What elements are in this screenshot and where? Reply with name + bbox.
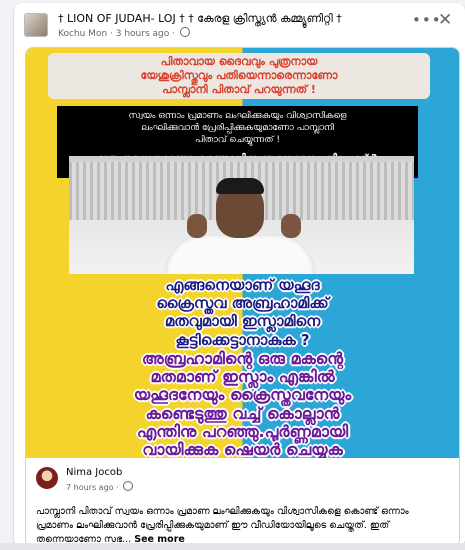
post-time[interactable]: 3 hours ago xyxy=(116,29,170,39)
banner-line-1: പിതാവായ ദൈവവും പുത്രനായ xyxy=(160,55,318,68)
poster-statement-4: കണ്ടെടുത്തു വച്ച് കൊല്ലാൻ xyxy=(145,403,340,423)
caption-body: പാമ്പ്ലാനി പിതാവ് സ്വയം ഒന്നാം പ്രമാണ ലം… xyxy=(36,506,409,545)
comment-time[interactable]: 7 hours ago xyxy=(66,483,114,492)
post-meta: Kochu Mon · 3 hours ago · xyxy=(58,27,190,39)
poster-statement-2: മതമാണ് ഇസ്ലാം എങ്കിൽ xyxy=(150,367,335,387)
post-header: † LION OF JUDAH- LOJ † † കേരള ക്രിസ്ത്യൻ… xyxy=(14,3,465,45)
author-name[interactable]: Kochu Mon xyxy=(58,29,107,39)
poster-statement-1: അബ്രഹാമിന്റെ ഒരു മകന്റെ xyxy=(141,348,344,368)
post-card: † LION OF JUDAH- LOJ † † കേരള ക്രിസ്ത്യൻ… xyxy=(14,3,465,547)
banner-line-3: പാമ്പ്ലാനി പിതാവ് പറയുന്നത് ! xyxy=(162,83,316,96)
group-title[interactable]: † LION OF JUDAH- LOJ † † കേരള ക്രിസ്ത്യൻ… xyxy=(58,12,342,26)
caption-text: പാമ്പ്ലാനി പിതാവ് സ്വയം ഒന്നാം പ്രമാണ ലം… xyxy=(36,505,448,546)
group-avatar[interactable] xyxy=(24,13,48,37)
poster-statement-5: എന്തിനു പറഞ്ഞു.പൂർണ്ണമായി xyxy=(136,421,349,441)
black-line-2: ലംഘിക്കുവാൻ പ്രേരിപ്പിക്കുകയുമാണോ പാമ്പ്… xyxy=(141,123,334,133)
globe-icon xyxy=(123,481,134,491)
black-line-3: പിതാവ് ചെയ്യുന്നത് ! xyxy=(195,135,280,145)
close-icon[interactable]: ✕ xyxy=(438,10,452,30)
poster-statement-6: വായിക്കുക ഷെയർ ചെയ്യുക xyxy=(142,440,343,458)
poster-question-4: കൂട്ടിക്കെട്ടാനാകുക ? xyxy=(175,330,310,349)
commenter-avatar[interactable] xyxy=(36,467,58,489)
globe-icon xyxy=(179,27,190,37)
shared-caption: Nima Jocob 7 hours ago · പാമ്പ്ലാനി പിതാ… xyxy=(26,461,459,546)
bottom-strip xyxy=(0,543,465,550)
poster-image[interactable]: പിതാവായ ദൈവവും പുത്രനായ യേശുക്രിസ്തുവും … xyxy=(26,48,459,458)
poster-top-banner: പിതാവായ ദൈവവും പുത്രനായ യേശുക്രിസ്തുവും … xyxy=(48,53,430,99)
poster-question-2: ക്രൈസ്തവ അബ്രഹാമിക്ക് xyxy=(156,294,329,313)
comment-meta: 7 hours ago · xyxy=(66,481,134,492)
commenter-name[interactable]: Nima Jocob xyxy=(66,467,122,478)
banner-line-2: യേശുക്രിസ്തുവും പതിയെന്നാരെന്നാണോ xyxy=(140,69,338,82)
poster-question-1: എങ്ങനെയാണ് യഹൂദ xyxy=(165,276,320,294)
poster-question-3: മതവുമായി ഇസ്ലാമിനെ xyxy=(164,312,321,331)
speaker-photo xyxy=(69,156,414,274)
shared-post[interactable]: പിതാവായ ദൈവവും പുത്രനായ യേശുക്രിസ്തുവും … xyxy=(25,47,460,547)
poster-statement-3: യഹൂദനേയും ക്രൈസ്തവനേയും xyxy=(133,385,352,405)
black-line-1: സ്വയം ഒന്നാം പ്രമാണം ലംഘിക്കുകയും വിശ്വാ… xyxy=(128,111,347,121)
